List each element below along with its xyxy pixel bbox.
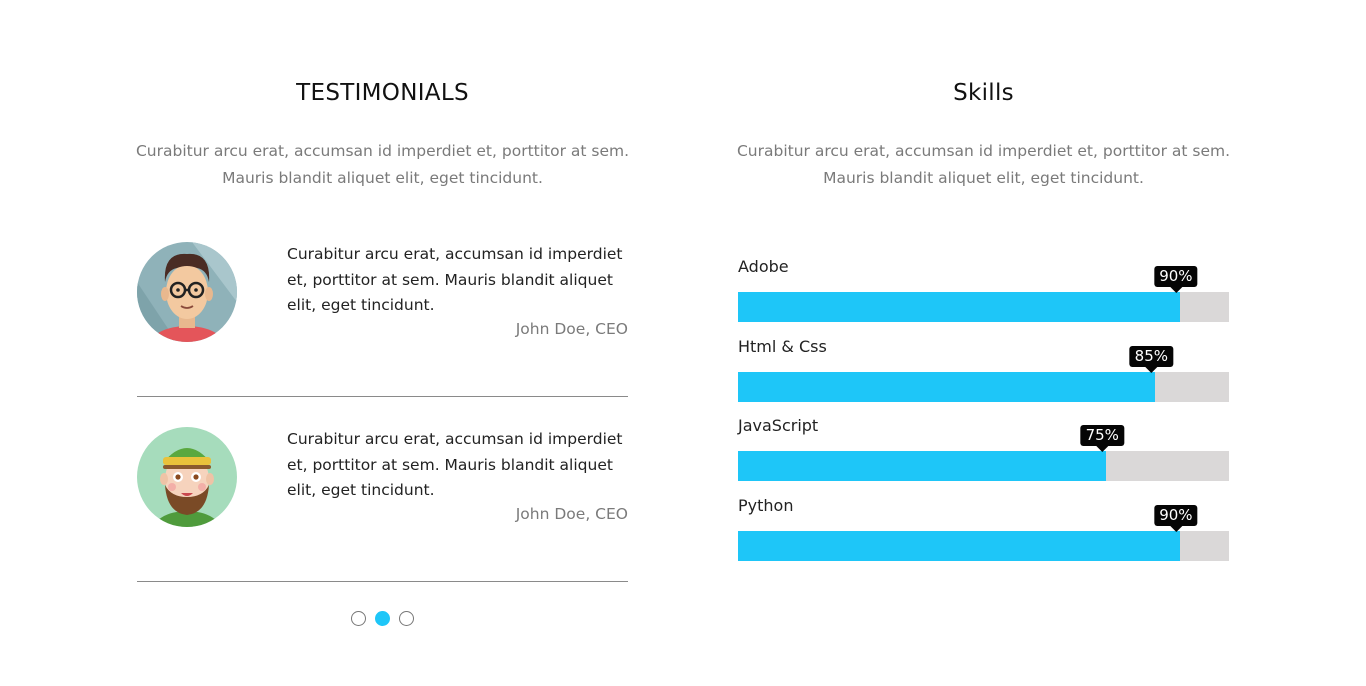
testimonial-divider (137, 581, 628, 582)
testimonials-intro-line1: Curabitur arcu erat, accumsan id imperdi… (135, 142, 630, 160)
skills-intro: Curabitur arcu erat, accumsan id imperdi… (708, 138, 1259, 192)
testimonial-quote: Curabitur arcu erat, accumsan id imperdi… (287, 245, 623, 314)
skills-intro-line1: Curabitur arcu erat, accumsan id imperdi… (736, 142, 1231, 160)
man-with-glasses-avatar-icon (137, 242, 237, 342)
skill-item-adobe: Adobe 90% (738, 257, 1229, 329)
pagination-dot-3[interactable] (399, 611, 414, 626)
skill-name: JavaScript (738, 416, 819, 435)
pagination-dot-2[interactable] (375, 611, 390, 626)
skill-progress-fill (738, 292, 1180, 322)
testimonials-intro: Curabitur arcu erat, accumsan id imperdi… (107, 138, 658, 192)
skill-item-python: Python 90% (738, 496, 1229, 568)
skill-progress-fill (738, 531, 1180, 561)
testimonial-author: John Doe, CEO (515, 320, 628, 338)
skill-progress-track (738, 292, 1229, 322)
skill-progress-fill (738, 372, 1156, 402)
skill-percent-badge: 90% (1154, 266, 1198, 293)
testimonials-title: TESTIMONIALS (296, 80, 469, 106)
testimonial-item: Curabitur arcu erat, accumsan id imperdi… (137, 425, 628, 585)
skill-percent-badge: 85% (1129, 346, 1174, 373)
bearded-man-with-cap-avatar-icon (137, 427, 237, 527)
skill-progress-track (738, 451, 1229, 481)
skills-intro-line2: Mauris blandit aliquet elit, eget tincid… (823, 169, 1144, 187)
skill-progress-track (738, 531, 1229, 561)
pagination-dot-1[interactable] (351, 611, 366, 626)
skill-item-html-css: Html & Css 85% (738, 337, 1229, 409)
testimonial-author: John Doe, CEO (515, 505, 628, 523)
skill-progress-track (738, 372, 1229, 402)
skills-title: Skills (953, 80, 1014, 106)
testimonial-pagination (137, 611, 628, 626)
skill-name: Adobe (738, 257, 789, 276)
skill-percent-badge: 75% (1080, 425, 1124, 452)
skill-percent-badge: 90% (1154, 505, 1198, 532)
testimonial-item: Curabitur arcu erat, accumsan id imperdi… (137, 240, 628, 400)
testimonial-quote: Curabitur arcu erat, accumsan id imperdi… (287, 430, 623, 499)
skill-progress-fill (738, 451, 1107, 481)
skill-name: Python (738, 496, 794, 515)
skill-item-javascript: JavaScript 75% (738, 416, 1229, 488)
testimonials-intro-line2: Mauris blandit aliquet elit, eget tincid… (222, 169, 543, 187)
page: TESTIMONIALS Curabitur arcu erat, accums… (0, 0, 1366, 686)
skill-name: Html & Css (738, 337, 827, 356)
testimonial-divider (137, 396, 628, 397)
